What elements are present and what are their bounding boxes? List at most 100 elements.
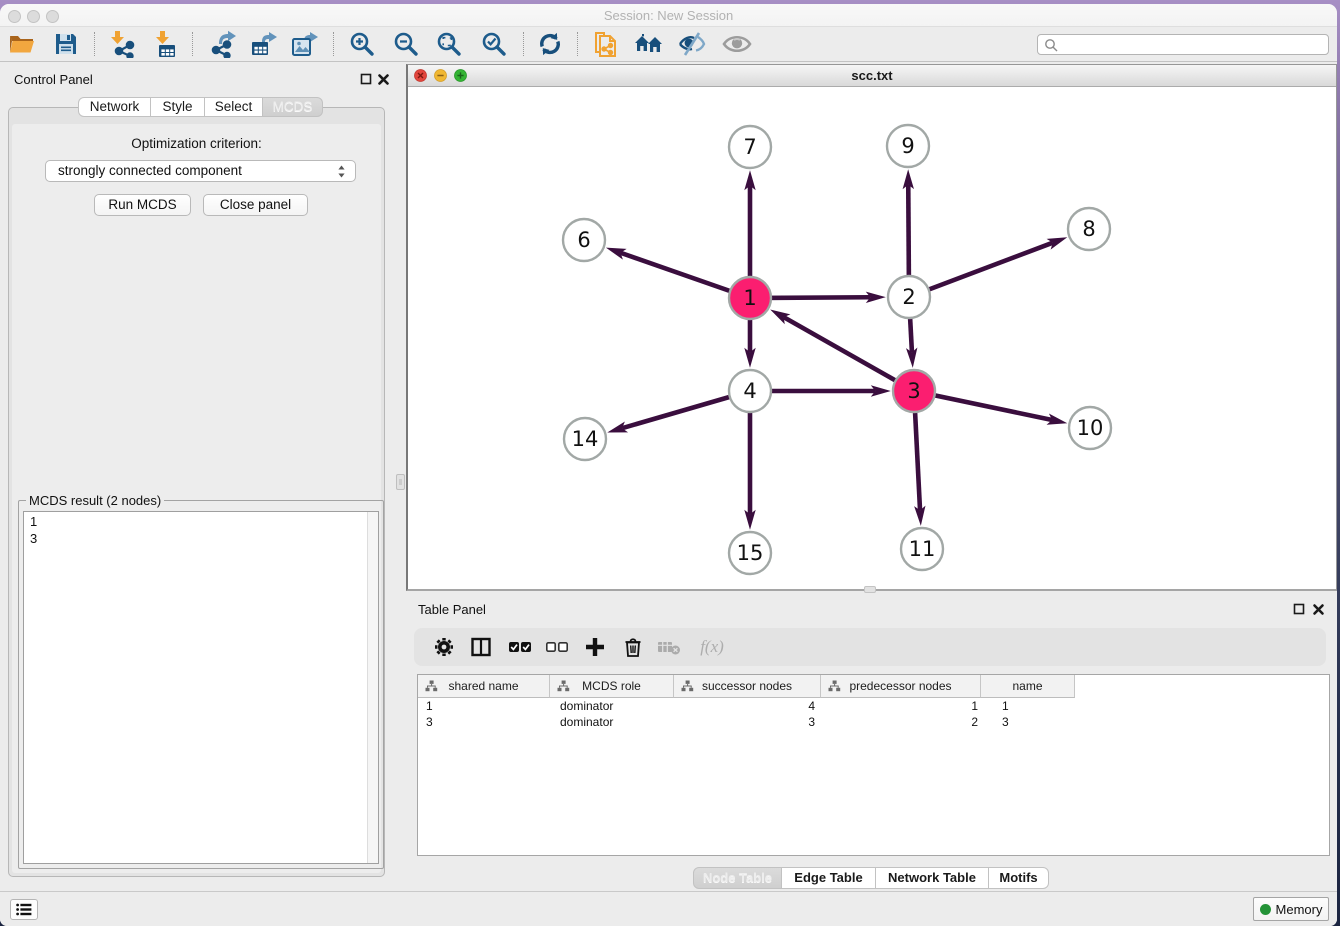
criterion-select[interactable]: strongly connected component bbox=[45, 160, 356, 182]
table-row[interactable]: 3dominator323 bbox=[418, 714, 1075, 730]
float-table-panel-icon[interactable] bbox=[1293, 603, 1306, 616]
main-toolbar bbox=[0, 27, 1337, 62]
mcds-result-item[interactable]: 1 bbox=[24, 514, 378, 531]
edge-3-1[interactable] bbox=[784, 317, 914, 391]
table-cell: 3 bbox=[981, 714, 1075, 730]
table-cell: 4 bbox=[674, 698, 821, 714]
network-graph: 1234678910111415 bbox=[408, 87, 1335, 590]
table-cell: 2 bbox=[821, 714, 981, 730]
graph-node-label: 6 bbox=[577, 228, 590, 252]
table-panel: Table Panel bbox=[406, 597, 1337, 891]
screen: { "window": { "title": "Session: New Ses… bbox=[0, 0, 1340, 926]
run-mcds-button[interactable]: Run MCDS bbox=[94, 194, 191, 216]
table-row[interactable]: 1dominator411 bbox=[418, 698, 1075, 714]
mcds-result-title: MCDS result (2 nodes) bbox=[26, 493, 164, 508]
memory-button[interactable]: Memory bbox=[1253, 897, 1329, 921]
column-header-successor-nodes[interactable]: successor nodes bbox=[674, 675, 821, 698]
column-header-label: name bbox=[1012, 679, 1042, 693]
export-table-icon[interactable] bbox=[248, 29, 280, 59]
toolbar-separator bbox=[523, 32, 524, 56]
close-table-panel-icon[interactable] bbox=[1312, 603, 1325, 616]
table-cell: 3 bbox=[418, 714, 550, 730]
show-selected-icon[interactable] bbox=[721, 29, 753, 59]
column-type-icon bbox=[425, 680, 438, 695]
column-type-icon bbox=[828, 680, 841, 695]
zoom-fit-icon[interactable] bbox=[433, 29, 465, 59]
table-cell: 3 bbox=[674, 714, 821, 730]
control-panel-tab-network[interactable]: Network bbox=[78, 97, 151, 117]
control-panel-tab-mcds[interactable]: MCDS bbox=[263, 97, 323, 117]
float-window-icon[interactable] bbox=[360, 73, 373, 86]
import-network-icon[interactable] bbox=[106, 29, 138, 59]
delete-table-icon[interactable] bbox=[656, 635, 682, 659]
save-session-icon[interactable] bbox=[50, 29, 82, 59]
table-tab-network-table[interactable]: Network Table bbox=[876, 867, 989, 889]
table-tab-motifs[interactable]: Motifs bbox=[989, 867, 1049, 889]
delete-column-icon[interactable] bbox=[620, 635, 646, 659]
export-image-icon[interactable] bbox=[289, 29, 321, 59]
optimization-criterion-label: Optimization criterion: bbox=[9, 136, 384, 151]
hide-selected-icon[interactable] bbox=[676, 29, 708, 59]
table-settings-icon[interactable] bbox=[431, 635, 457, 659]
control-panel-tab-select[interactable]: Select bbox=[205, 97, 263, 117]
import-table-icon[interactable] bbox=[150, 29, 182, 59]
graph-node-label: 14 bbox=[572, 427, 599, 451]
search-input[interactable] bbox=[1037, 34, 1329, 55]
function-builder-icon[interactable]: f(x) bbox=[692, 635, 732, 659]
export-network-icon[interactable] bbox=[207, 29, 239, 59]
column-header-label: predecessor nodes bbox=[849, 679, 951, 693]
mcds-result-list[interactable]: 13 bbox=[23, 511, 379, 864]
window-title: Session: New Session bbox=[0, 4, 1337, 27]
show-all-networks-icon[interactable] bbox=[633, 29, 665, 59]
column-header-shared-name[interactable]: shared name bbox=[418, 675, 550, 698]
graph-node-label: 8 bbox=[1082, 217, 1095, 241]
edge-2-8[interactable] bbox=[909, 243, 1053, 297]
control-panel: Control Panel NetworkStyleSelectMCDS Opt… bbox=[0, 62, 393, 891]
node-table: shared nameMCDS rolesuccessor nodes prede… bbox=[417, 674, 1330, 856]
toolbar-separator bbox=[192, 32, 193, 56]
zoom-out-icon[interactable] bbox=[390, 29, 422, 59]
mcds-result-item[interactable]: 3 bbox=[24, 531, 378, 548]
mcds-result-group: MCDS result (2 nodes) 13 bbox=[18, 500, 384, 869]
app-window: Session: New Session bbox=[0, 4, 1337, 926]
open-session-icon[interactable] bbox=[6, 29, 38, 59]
network-canvas[interactable]: 1234678910111415 bbox=[408, 87, 1336, 589]
close-panel-icon[interactable] bbox=[377, 73, 390, 86]
zoom-in-icon[interactable] bbox=[346, 29, 378, 59]
table-tab-edge-table[interactable]: Edge Table bbox=[782, 867, 876, 889]
vertical-split-grip[interactable] bbox=[396, 474, 405, 490]
graph-node-label: 9 bbox=[901, 134, 914, 158]
table-toolbar: f(x) bbox=[414, 628, 1326, 666]
table-panel-title: Table Panel bbox=[418, 602, 486, 617]
list-icon bbox=[16, 903, 32, 916]
scrollbar-track[interactable] bbox=[367, 512, 378, 863]
apply-layout-icon[interactable] bbox=[534, 29, 566, 59]
search-icon bbox=[1044, 38, 1058, 52]
copy-network-icon[interactable] bbox=[589, 29, 621, 59]
control-panel-tab-style[interactable]: Style bbox=[151, 97, 205, 117]
table-tab-node-table[interactable]: Node Table bbox=[693, 867, 782, 889]
add-column-icon[interactable] bbox=[582, 635, 608, 659]
select-all-icon[interactable] bbox=[507, 635, 533, 659]
graph-node-label: 2 bbox=[902, 285, 915, 309]
close-panel-button[interactable]: Close panel bbox=[203, 194, 308, 216]
table-panel-tabs: Node TableEdge TableNetwork TableMotifs bbox=[693, 867, 1049, 889]
network-view-window: scc.txt 1234678910111415 bbox=[406, 64, 1337, 591]
column-header-name[interactable]: name bbox=[981, 675, 1075, 698]
graph-node-label: 7 bbox=[743, 135, 756, 159]
zoom-selected-icon[interactable] bbox=[478, 29, 510, 59]
show-panels-button[interactable] bbox=[10, 899, 38, 920]
graph-node-label: 15 bbox=[737, 541, 764, 565]
network-window-titlebar: scc.txt bbox=[408, 65, 1336, 87]
table-cell: 1 bbox=[821, 698, 981, 714]
column-type-icon bbox=[681, 680, 694, 695]
graph-node-label: 3 bbox=[907, 379, 920, 403]
horizontal-split-grip[interactable] bbox=[864, 586, 876, 593]
column-header-MCDS-role[interactable]: MCDS role bbox=[550, 675, 674, 698]
table-cell: 1 bbox=[981, 698, 1075, 714]
deselect-all-icon[interactable] bbox=[544, 635, 570, 659]
memory-label: Memory bbox=[1276, 902, 1323, 917]
column-header-predecessor-nodes[interactable]: predecessor nodes bbox=[821, 675, 981, 698]
column-type-icon bbox=[557, 680, 570, 695]
split-columns-icon[interactable] bbox=[468, 635, 494, 659]
